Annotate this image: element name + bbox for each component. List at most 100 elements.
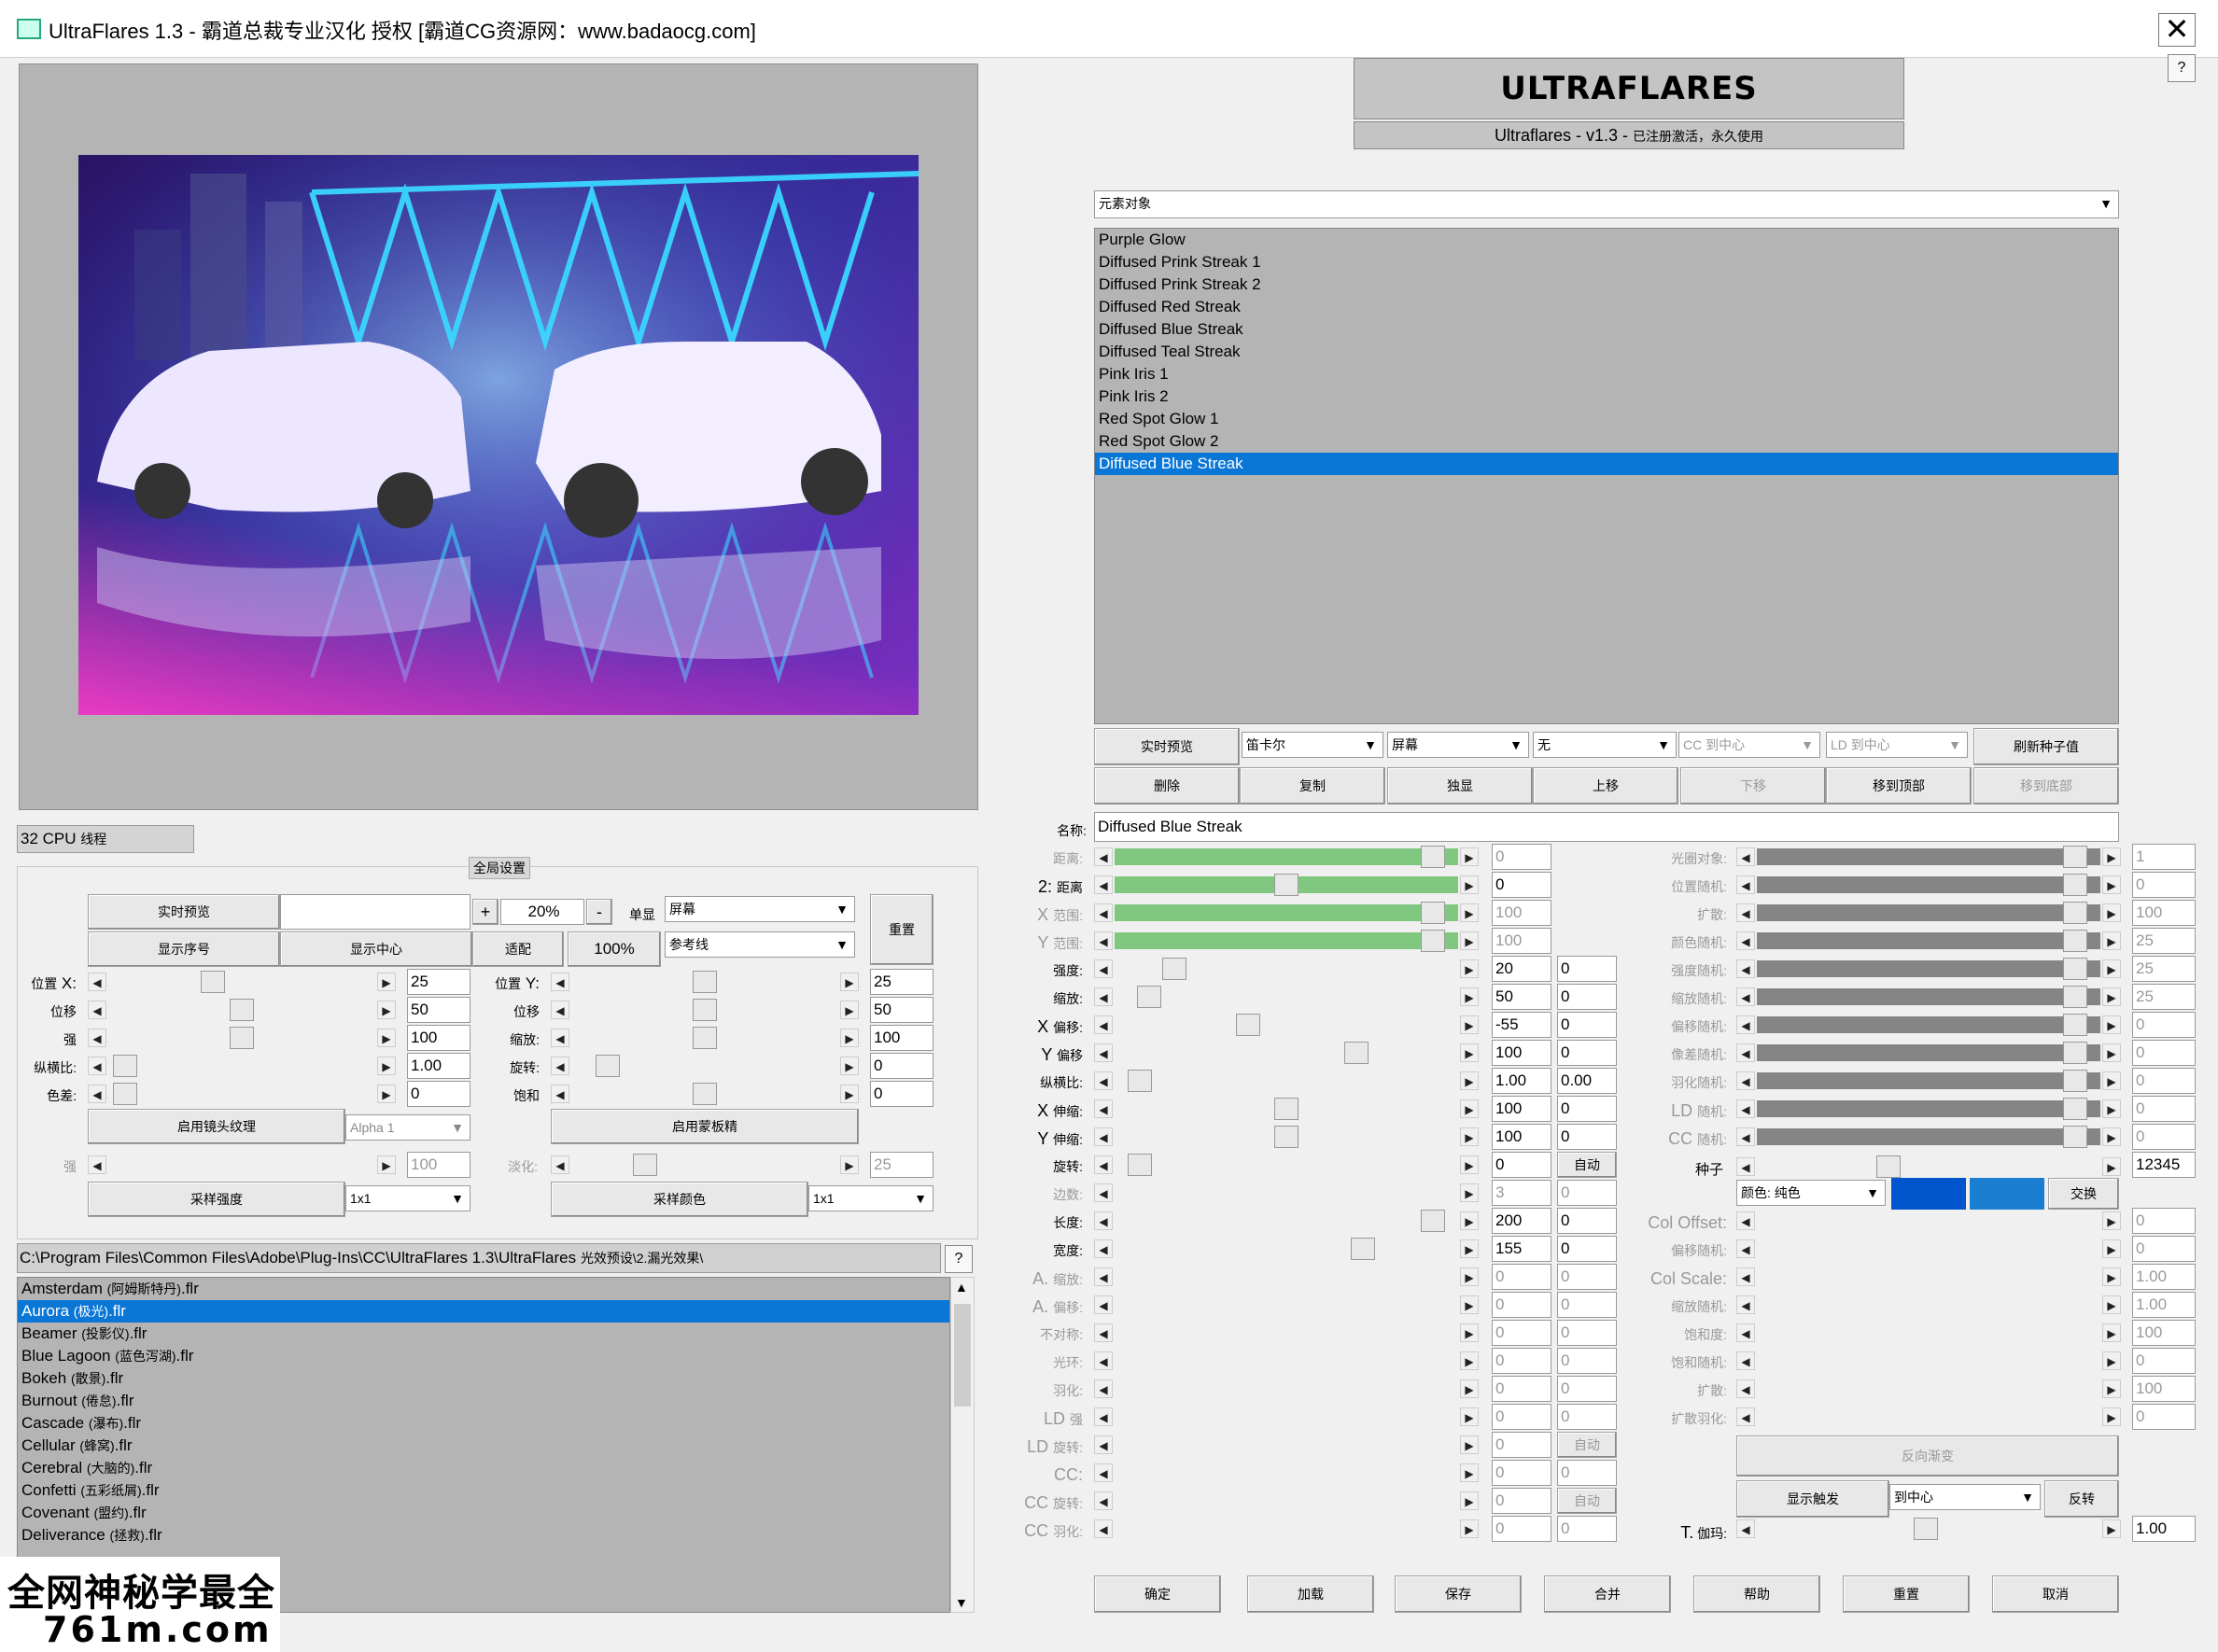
arrow-left-icon[interactable]: ◀	[1094, 1491, 1113, 1510]
param-slider[interactable]: ◀ ▶	[1094, 1266, 1479, 1288]
color-param-slider[interactable]: ◀ ▶	[1736, 1210, 2121, 1232]
param-slider[interactable]: ◀ ▶	[1094, 1490, 1479, 1512]
slider-track[interactable]	[1115, 1492, 1458, 1509]
arrow-right-icon[interactable]: ▶	[2102, 1043, 2121, 1062]
global-right-field[interactable]: 0	[870, 1081, 934, 1107]
random-param-slider[interactable]: ◀ ▶	[1736, 1098, 2121, 1120]
param-value-field[interactable]: 50	[1492, 984, 1551, 1010]
param-slider[interactable]: ◀ ▶	[1094, 846, 1479, 868]
random-param-field[interactable]: 1	[2132, 844, 2196, 870]
random-param-slider[interactable]: ◀ ▶	[1736, 1042, 2121, 1064]
global-right-slider[interactable]: ◀ ▶	[551, 999, 859, 1021]
zoom-out-button[interactable]: -	[586, 899, 612, 925]
slider-track[interactable]	[1757, 1100, 2100, 1117]
color-swatch-2[interactable]	[1970, 1178, 2044, 1210]
arrow-left-icon[interactable]: ◀	[551, 1057, 569, 1075]
slider-thumb[interactable]	[2063, 902, 2087, 924]
random-param-field[interactable]: 100	[2132, 900, 2196, 926]
slider-track[interactable]	[1115, 1408, 1458, 1425]
slider-thumb[interactable]	[693, 971, 717, 993]
arrow-right-icon[interactable]: ▶	[2102, 1157, 2121, 1176]
merge-button[interactable]: 合并	[1544, 1575, 1671, 1613]
arrow-right-icon[interactable]: ▶	[1460, 931, 1479, 950]
global-right-slider[interactable]: ◀ ▶	[551, 1055, 859, 1077]
slider-track[interactable]	[1757, 1016, 2100, 1033]
preset-list-item[interactable]: Beamer (投影仪).flr	[18, 1323, 949, 1345]
slider-track[interactable]	[1757, 1044, 2100, 1061]
slider-thumb[interactable]	[693, 999, 717, 1021]
global-left-slider[interactable]: ◀ ▶	[88, 1083, 396, 1105]
arrow-left-icon[interactable]: ◀	[1094, 959, 1113, 978]
arrow-right-icon[interactable]: ▶	[1460, 1351, 1479, 1370]
arrow-left-icon[interactable]: ◀	[1736, 1099, 1755, 1118]
arrow-right-icon[interactable]: ▶	[2102, 1379, 2121, 1398]
slider-track[interactable]	[108, 1085, 375, 1102]
param-slider[interactable]: ◀ ▶	[1094, 1406, 1479, 1428]
move-down-button[interactable]: 下移	[1680, 767, 1826, 805]
arrow-right-icon[interactable]: ▶	[1460, 1323, 1479, 1342]
random-param-slider[interactable]: ◀ ▶	[1736, 1014, 2121, 1036]
arrow-left-icon[interactable]: ◀	[1736, 1239, 1755, 1258]
param-value-field[interactable]: 20	[1492, 956, 1551, 982]
slider-track[interactable]	[1115, 1436, 1458, 1453]
slider-track[interactable]	[108, 973, 375, 990]
slider-track[interactable]	[1115, 1016, 1458, 1033]
slider-thumb[interactable]	[113, 1083, 137, 1105]
color-param-field[interactable]: 100	[2132, 1320, 2196, 1346]
arrow-left-icon[interactable]: ◀	[1736, 1043, 1755, 1062]
global-reset-button[interactable]: 重置	[870, 894, 934, 965]
arrow-right-icon[interactable]: ▶	[1460, 959, 1479, 978]
element-list-item[interactable]: Diffused Blue Streak	[1095, 318, 2118, 341]
preset-list-item[interactable]: Burnout (倦怠).flr	[18, 1390, 949, 1412]
element-list-item[interactable]: Red Spot Glow 2	[1095, 430, 2118, 453]
arrow-left-icon[interactable]: ◀	[551, 1085, 569, 1103]
slider-thumb[interactable]	[693, 1083, 717, 1105]
global-right-slider[interactable]: ◀ ▶	[551, 1027, 859, 1049]
arrow-left-icon[interactable]: ◀	[1094, 1267, 1113, 1286]
slider-thumb[interactable]	[201, 971, 225, 993]
param-random-field[interactable]: 0	[1557, 1096, 1617, 1122]
color-param-field[interactable]: 100	[2132, 1376, 2196, 1402]
arrow-right-icon[interactable]: ▶	[2102, 959, 2121, 978]
arrow-left-icon[interactable]: ◀	[1094, 1127, 1113, 1146]
fit-button[interactable]: 适配	[472, 931, 564, 967]
random-param-field[interactable]: 25	[2132, 956, 2196, 982]
strength-field[interactable]: 100	[407, 1152, 470, 1178]
help-button[interactable]: 帮助	[1693, 1575, 1820, 1613]
preset-help-icon[interactable]: ?	[945, 1245, 973, 1273]
arrow-left-icon[interactable]: ◀	[1094, 1463, 1113, 1482]
arrow-right-icon[interactable]: ▶	[377, 1085, 396, 1103]
slider-track[interactable]	[1757, 1352, 2100, 1369]
random-param-field[interactable]: 0	[2132, 1096, 2196, 1122]
global-left-slider[interactable]: ◀ ▶	[88, 971, 396, 993]
arrow-left-icon[interactable]: ◀	[88, 973, 106, 991]
arrow-left-icon[interactable]: ◀	[1094, 1211, 1113, 1230]
preset-list-item[interactable]: Bokeh (散景).flr	[18, 1367, 949, 1390]
arrow-right-icon[interactable]: ▶	[1460, 1267, 1479, 1286]
element-type-dropdown[interactable]: 元素对象 ▼	[1094, 190, 2119, 218]
slider-track[interactable]	[1757, 848, 2100, 865]
param-random-field[interactable]: 0	[1557, 1040, 1617, 1066]
arrow-right-icon[interactable]: ▶	[2102, 875, 2121, 894]
global-left-slider[interactable]: ◀ ▶	[88, 999, 396, 1021]
slider-track[interactable]	[1115, 1212, 1458, 1229]
param-slider[interactable]: ◀ ▶	[1094, 930, 1479, 952]
arrow-right-icon[interactable]: ▶	[1460, 1379, 1479, 1398]
arrow-left-icon[interactable]: ◀	[1736, 1267, 1755, 1286]
element-live-preview-button[interactable]: 实时预览	[1094, 728, 1240, 765]
arrow-right-icon[interactable]: ▶	[2102, 1519, 2121, 1538]
param-slider[interactable]: ◀ ▶	[1094, 1294, 1479, 1316]
arrow-right-icon[interactable]: ▶	[2102, 1127, 2121, 1146]
element-list-item[interactable]: Diffused Blue Streak	[1095, 453, 2118, 475]
slider-thumb[interactable]	[2063, 1126, 2087, 1148]
show-trigger-button[interactable]: 显示触发	[1736, 1480, 1889, 1518]
slider-thumb[interactable]	[1162, 958, 1186, 980]
slider-thumb[interactable]	[1128, 1070, 1152, 1092]
slider-thumb[interactable]	[2063, 930, 2087, 952]
strength-slider[interactable]: ◀ ▶	[88, 1154, 396, 1176]
color-param-field[interactable]: 0	[2132, 1236, 2196, 1262]
param-slider[interactable]: ◀ ▶	[1094, 902, 1479, 924]
slider-thumb[interactable]	[2063, 986, 2087, 1008]
param-slider[interactable]: ◀ ▶	[1094, 874, 1479, 896]
sample-color-dropdown[interactable]: 1x1 ▼	[808, 1185, 934, 1211]
